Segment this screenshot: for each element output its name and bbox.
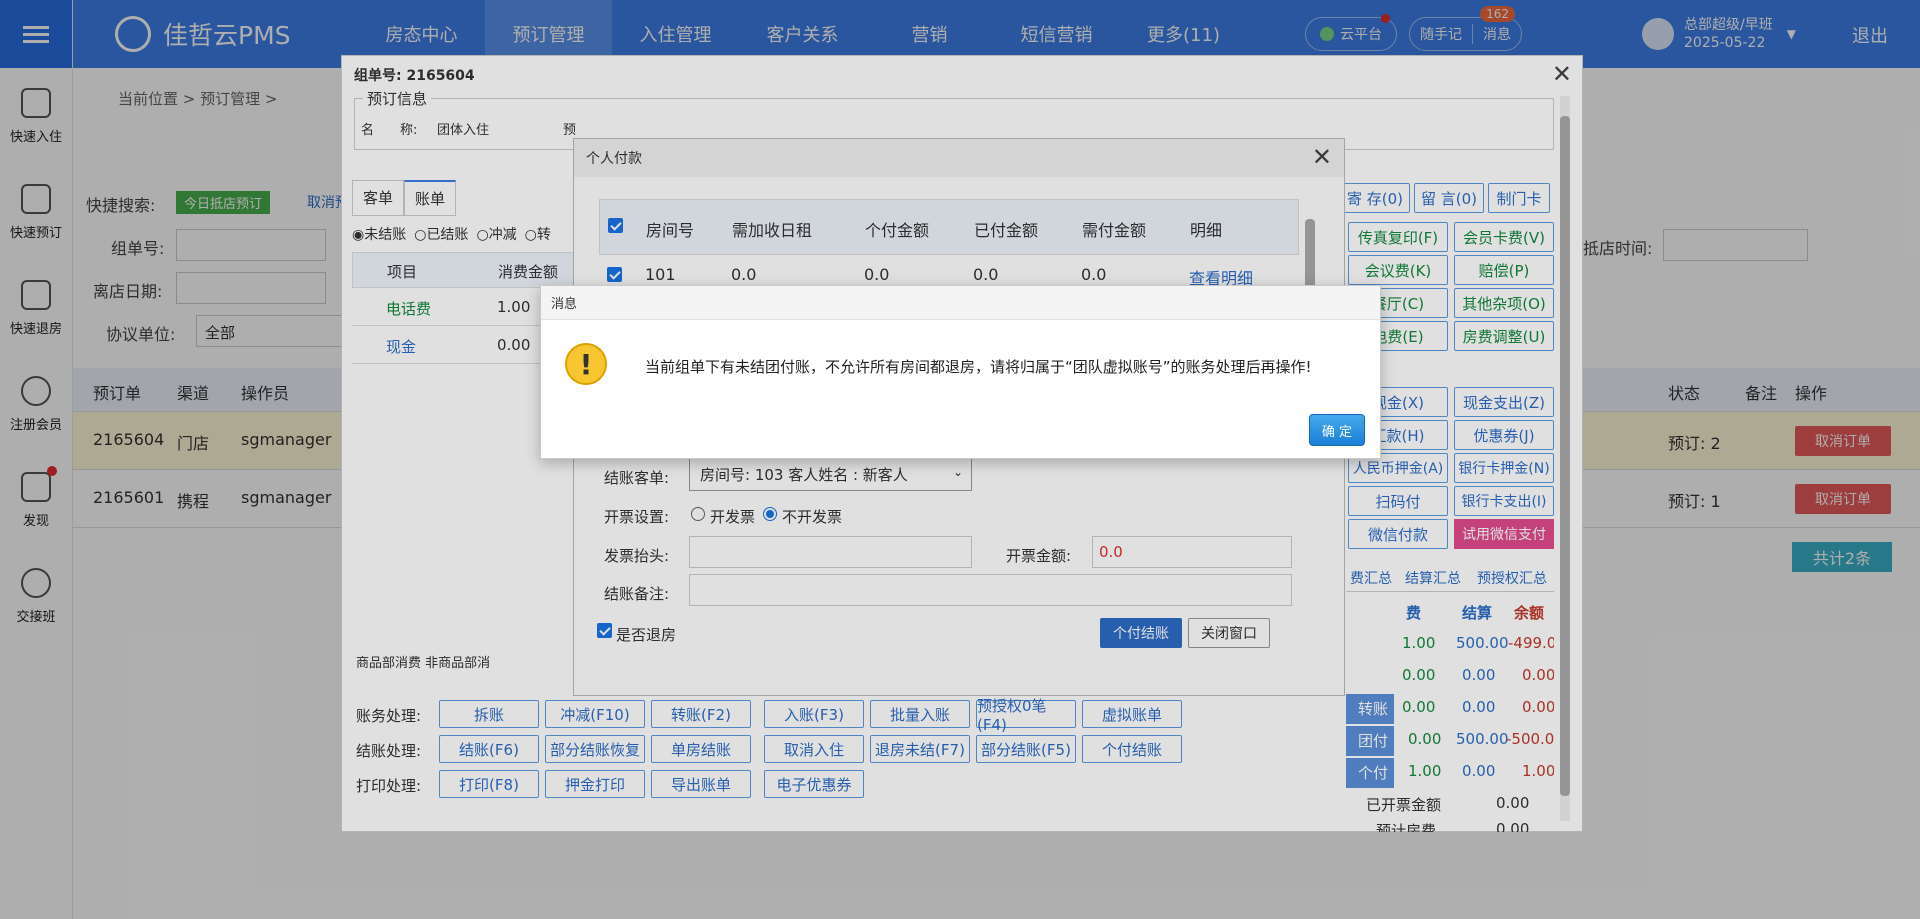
dialog-mask	[0, 0, 1920, 919]
message-dialog: 消息 ! 当前组单下有未结团付账，不允许所有房间都退房，请将归属于“团队虚拟账号…	[540, 285, 1381, 459]
dialog-message: 当前组单下有未结团付账，不允许所有房间都退房，请将归属于“团队虚拟账号”的账务处…	[645, 358, 1312, 376]
dialog-title: 消息	[541, 286, 1380, 320]
confirm-button[interactable]: 确 定	[1309, 414, 1365, 446]
warning-icon: !	[565, 343, 607, 385]
